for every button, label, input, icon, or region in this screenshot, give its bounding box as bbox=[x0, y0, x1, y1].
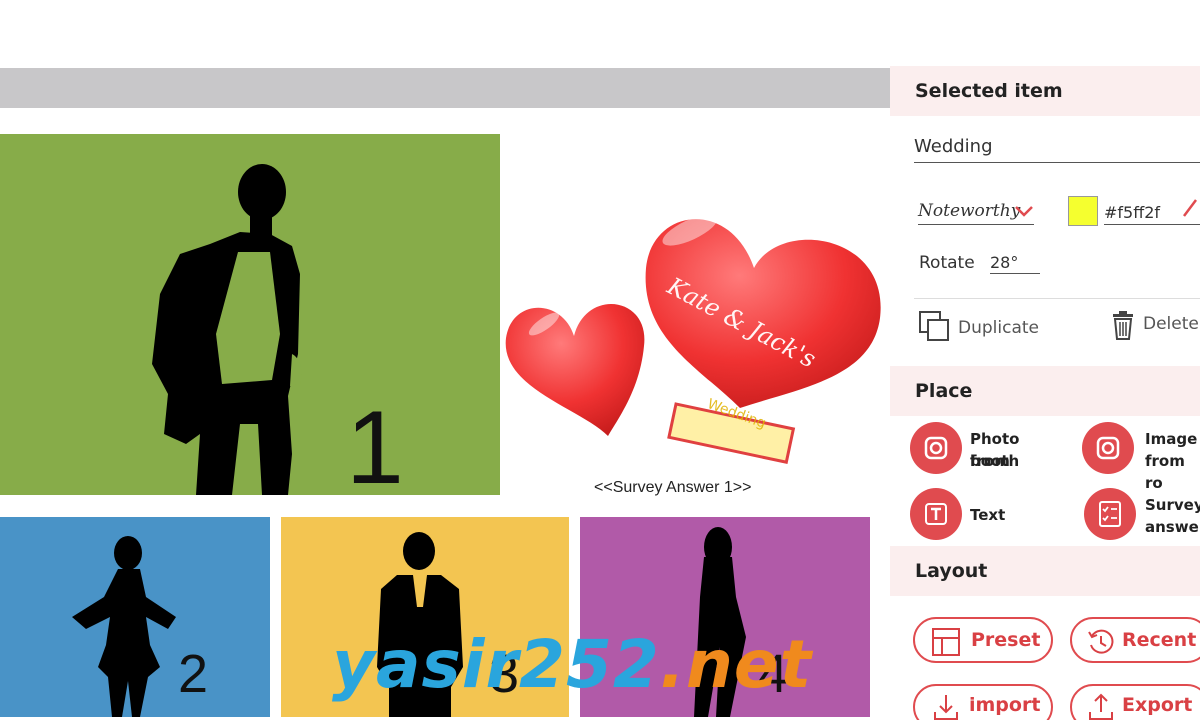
checklist-circle bbox=[1084, 488, 1136, 540]
section-title: Selected item bbox=[915, 80, 1063, 102]
place-header: Place bbox=[890, 366, 1200, 416]
camera-icon bbox=[1096, 436, 1120, 460]
layout-header: Layout bbox=[890, 546, 1200, 596]
preset-label: Preset bbox=[971, 629, 1041, 651]
duplicate-button[interactable]: Duplicate bbox=[918, 310, 1048, 344]
watermark-text: yasir252.net bbox=[332, 632, 812, 698]
selected-item-section: Wedding Noteworthy #f5ff2f Rotate 28° Du… bbox=[890, 116, 1200, 366]
place-text[interactable]: Text bbox=[910, 488, 1060, 542]
import-label: import bbox=[969, 694, 1041, 716]
recent-label: Recent bbox=[1122, 629, 1197, 651]
tile-number: 1 bbox=[346, 390, 404, 495]
rotate-underline bbox=[990, 273, 1040, 274]
watermark-part: yasir252 bbox=[332, 626, 660, 703]
rotate-label: Rotate bbox=[919, 253, 975, 273]
text-field-underline bbox=[914, 162, 1200, 163]
chevron-down-icon[interactable] bbox=[1014, 204, 1034, 218]
camera-circle bbox=[910, 422, 962, 474]
survey-answer-placeholder[interactable]: <<Survey Answer 1>> bbox=[594, 479, 751, 497]
man-silhouette-icon bbox=[152, 164, 302, 495]
recent-button[interactable]: Recent bbox=[1070, 617, 1200, 663]
export-button[interactable]: Export bbox=[1070, 684, 1200, 720]
color-swatch[interactable] bbox=[1068, 196, 1098, 226]
tile-number: 2 bbox=[178, 644, 209, 704]
pencil-icon[interactable] bbox=[1180, 196, 1200, 220]
section-title: Layout bbox=[915, 560, 988, 582]
checklist-icon bbox=[1099, 501, 1121, 527]
import-button[interactable]: import bbox=[913, 684, 1053, 720]
import-icon bbox=[934, 695, 958, 720]
duplicate-icon bbox=[919, 311, 949, 341]
properties-panel: Selected item Wedding Noteworthy #f5ff2f… bbox=[890, 66, 1200, 720]
place-image-from-roll[interactable]: Image from ro bbox=[1082, 422, 1200, 492]
delete-label: Delete bbox=[1143, 314, 1199, 334]
section-title: Place bbox=[915, 380, 973, 402]
layout-section: Preset Recent import Export bbox=[890, 596, 1200, 720]
grid-layout-icon bbox=[932, 628, 960, 656]
camera-icon bbox=[924, 436, 948, 460]
divider bbox=[914, 298, 1200, 299]
trash-icon bbox=[1113, 311, 1133, 340]
place-label-line2: answer bbox=[1145, 518, 1200, 536]
text-value-field[interactable]: Wedding bbox=[914, 136, 993, 157]
app-root: 1 Kate & Jack's Wedding <<Survey Answer … bbox=[0, 0, 1200, 720]
place-label-line1: Survey bbox=[1145, 496, 1200, 514]
photo-tile-1[interactable]: 1 bbox=[0, 134, 500, 495]
hearts-sticker[interactable]: Kate & Jack's Wedding bbox=[500, 168, 890, 508]
camera-circle bbox=[1082, 422, 1134, 474]
history-icon bbox=[1088, 629, 1114, 654]
duplicate-label: Duplicate bbox=[958, 318, 1039, 338]
place-survey-answer[interactable]: Survey answer bbox=[1084, 488, 1200, 542]
place-photo-from-booth[interactable]: Photo from booth bbox=[910, 422, 1060, 478]
rotate-field[interactable]: 28° bbox=[990, 253, 1018, 272]
delete-button[interactable]: Delete bbox=[1108, 308, 1200, 342]
text-icon bbox=[925, 503, 947, 525]
color-hex-underline bbox=[1104, 224, 1200, 225]
photo-tile-2[interactable]: 2 bbox=[0, 517, 270, 717]
place-section: Photo from booth Image from ro Text Surv… bbox=[890, 416, 1200, 546]
watermark-part: .net bbox=[659, 626, 813, 703]
top-toolbar bbox=[0, 0, 890, 68]
hearts-icon bbox=[505, 214, 881, 464]
woman-silhouette-icon bbox=[72, 536, 176, 717]
selected-item-header: Selected item bbox=[890, 66, 1200, 116]
font-select[interactable]: Noteworthy bbox=[918, 201, 1020, 221]
export-label: Export bbox=[1122, 694, 1193, 716]
canvas-header-bar bbox=[0, 68, 890, 108]
text-circle bbox=[910, 488, 962, 540]
font-select-underline bbox=[918, 224, 1034, 225]
place-label-line2: booth bbox=[970, 452, 1020, 470]
export-icon bbox=[1089, 693, 1113, 720]
place-label: Text bbox=[970, 506, 1006, 524]
place-label-line1: Image bbox=[1145, 430, 1198, 448]
preset-button[interactable]: Preset bbox=[913, 617, 1053, 663]
color-hex-field[interactable]: #f5ff2f bbox=[1104, 203, 1160, 222]
